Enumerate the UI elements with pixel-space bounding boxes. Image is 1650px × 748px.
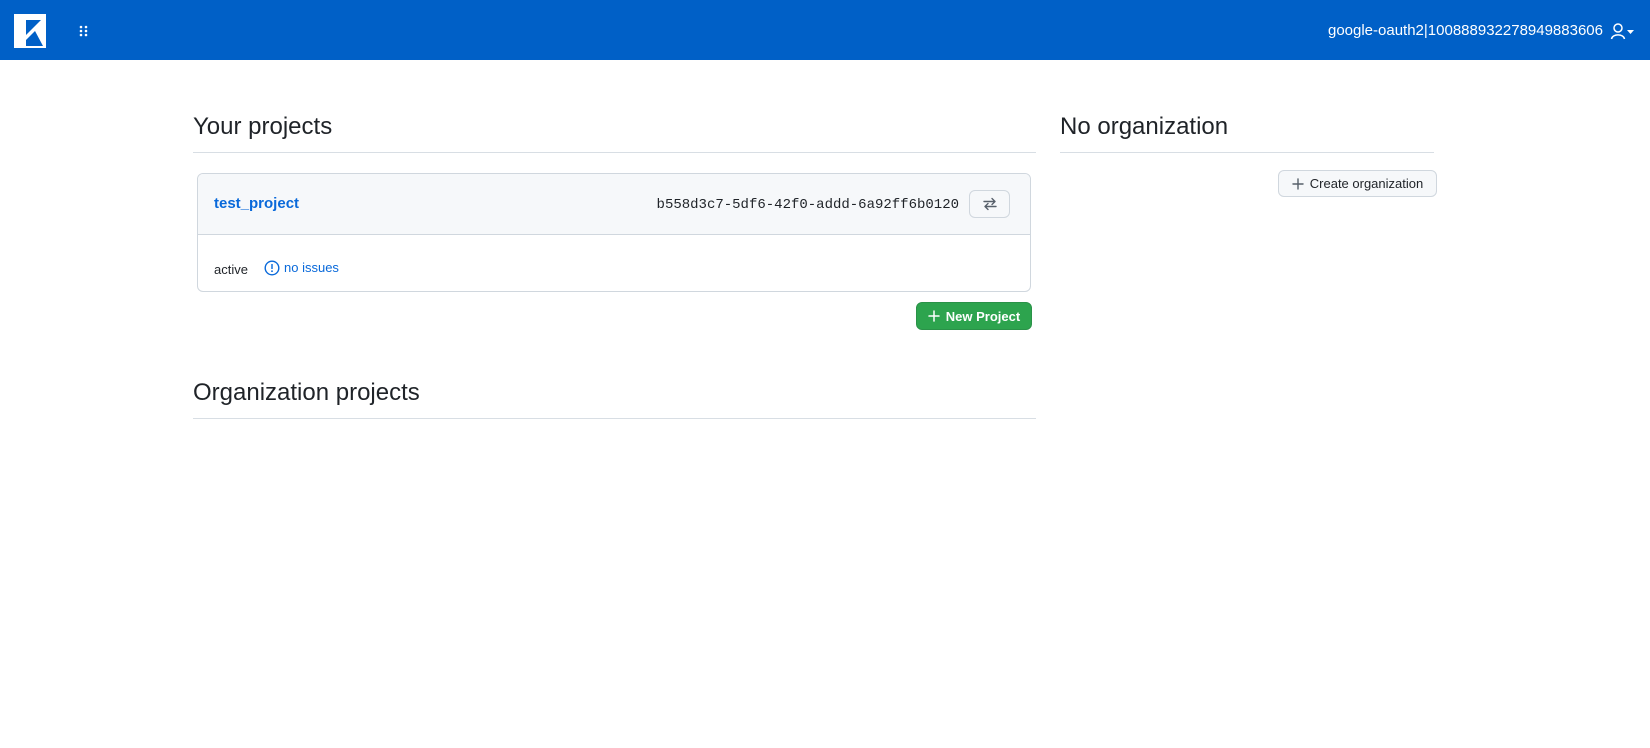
username-label[interactable]: google-oauth2|100888932278949883606	[1328, 20, 1603, 42]
create-organization-label: Create organization	[1309, 176, 1424, 191]
project-status: active	[214, 262, 248, 277]
organization-projects-title: Organization projects	[193, 379, 420, 406]
k-logo-icon[interactable]	[14, 14, 46, 48]
project-id: b558d3c7-5df6-42f0-addd-6a92ff6b0120	[656, 197, 959, 213]
issues-link[interactable]: no issues	[264, 259, 339, 277]
top-navigation-bar: google-oauth2|100888932278949883606	[0, 0, 1650, 60]
issue-circle-icon	[264, 260, 280, 276]
person-icon	[1610, 23, 1626, 40]
organization-title: No organization	[1060, 113, 1229, 140]
plus-icon	[1292, 177, 1304, 190]
organization-divider	[1060, 152, 1434, 153]
new-project-label: New Project	[945, 308, 1021, 324]
project-card-header: test_project b558d3c7-5df6-42f0-addd-6a9…	[198, 174, 1030, 235]
grip-dots-icon[interactable]	[78, 24, 90, 38]
user-menu-button[interactable]	[1610, 22, 1636, 40]
project-card: test_project b558d3c7-5df6-42f0-addd-6a9…	[197, 173, 1031, 292]
switch-project-button[interactable]	[969, 190, 1010, 218]
organization-projects-divider	[193, 418, 1036, 419]
issues-label: no issues	[284, 260, 339, 275]
your-projects-title: Your projects	[193, 113, 333, 140]
new-project-button[interactable]: New Project	[916, 302, 1032, 330]
caret-down-icon	[1627, 30, 1634, 34]
your-projects-divider	[193, 152, 1036, 153]
project-name-link[interactable]: test_project	[214, 194, 299, 214]
create-organization-button[interactable]: Create organization	[1278, 170, 1437, 197]
arrows-switch-icon	[982, 197, 997, 211]
plus-icon	[928, 310, 940, 322]
